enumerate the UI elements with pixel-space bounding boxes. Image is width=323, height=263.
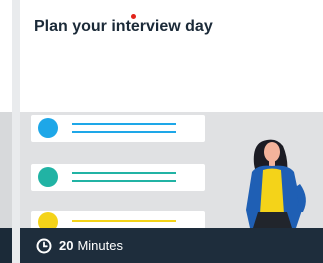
previous-card-edge[interactable] [0,0,12,263]
person-figure [246,139,306,228]
checklist-item-yellow [31,211,205,228]
previous-card-footer [0,228,12,263]
notification-dot [131,14,136,19]
checklist-item-teal [31,164,205,191]
checklist-item-blue [31,115,205,142]
clock-icon [36,238,52,254]
duration-unit: Minutes [77,238,123,253]
previous-card-image [0,112,12,228]
duration-value: 20 [59,238,74,253]
card-title[interactable]: Plan your interview day [34,18,213,36]
activity-card[interactable]: Plan your interview day 20 Minutes [20,0,323,263]
card-illustration [20,112,323,228]
checklist-illustration [31,115,306,228]
card-footer: 20 Minutes [20,228,323,263]
